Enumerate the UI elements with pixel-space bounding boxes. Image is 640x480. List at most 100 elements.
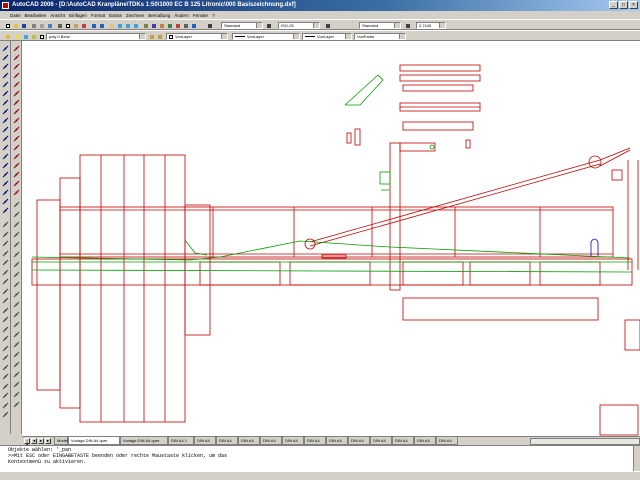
color-select[interactable]: VonLayer [166, 33, 228, 40]
extend-icon[interactable] [13, 135, 20, 142]
layer-freeze-icon[interactable] [22, 33, 29, 40]
autocad-app-icon[interactable] [2, 2, 9, 9]
layout-tab[interactable]: Modell [54, 437, 69, 445]
plotstyle-select[interactable]: VonFarbe [354, 33, 406, 40]
table-style-icon[interactable] [324, 22, 331, 29]
layout-tab[interactable]: DIN A4 1 [168, 437, 194, 445]
dim-diameter-icon[interactable] [2, 297, 9, 304]
markup-icon[interactable] [174, 22, 181, 29]
last-tab-button[interactable]: ►| [45, 438, 51, 444]
make-block-icon[interactable] [2, 153, 9, 160]
menu-zeichnen[interactable]: Zeichnen [126, 13, 145, 18]
layout-tab[interactable]: DIN A4 [194, 437, 216, 445]
arc-icon[interactable] [2, 90, 9, 97]
rectangle-icon[interactable] [2, 81, 9, 88]
table-icon[interactable] [2, 198, 9, 205]
properties-icon[interactable] [142, 22, 149, 29]
title-bar[interactable]: AutoCAD 2006 - [D:\AutoCAD Kranpläne\TDK… [0, 0, 640, 11]
xref-icon[interactable] [13, 241, 20, 248]
maximize-button[interactable]: □ [619, 1, 628, 9]
construction-line-icon[interactable] [2, 54, 9, 61]
locate-point-icon[interactable] [2, 259, 9, 266]
dim-linear-icon[interactable] [2, 269, 9, 276]
command-scrollbar[interactable] [633, 446, 640, 472]
open-file-icon[interactable] [12, 22, 19, 29]
layer-select[interactable]: poly 0 Benz [46, 33, 146, 40]
mirror-icon[interactable] [13, 63, 20, 70]
layer-color-icon[interactable] [38, 33, 45, 40]
layout-tab[interactable]: DIN A4 [414, 437, 436, 445]
layout-tab[interactable]: Vorlage DIN A4 quer [120, 437, 168, 445]
plot-side-icon[interactable] [13, 361, 20, 368]
zoom-side-icon[interactable] [13, 351, 20, 358]
area-icon[interactable] [2, 231, 9, 238]
layout-tab[interactable]: DIN A4 [370, 437, 392, 445]
publish-icon[interactable] [46, 22, 53, 29]
list-icon[interactable] [2, 250, 9, 257]
revision-cloud-icon[interactable] [2, 108, 9, 115]
layer-previous-icon[interactable] [156, 33, 163, 40]
layout-tab[interactable]: DIN A4 [304, 437, 326, 445]
region-mass-icon[interactable] [2, 240, 9, 247]
layout-tab[interactable]: DIN A4 [392, 437, 414, 445]
hatch-icon[interactable] [2, 171, 9, 178]
layer-lock-icon[interactable] [30, 33, 37, 40]
sheet-set-icon[interactable] [166, 22, 173, 29]
point-icon[interactable] [2, 162, 9, 169]
region-icon[interactable] [2, 189, 9, 196]
ortho-icon[interactable] [2, 411, 9, 418]
dim-update-icon[interactable] [2, 373, 9, 380]
linetype-select[interactable]: VonLayer [232, 33, 300, 40]
minimize-button[interactable]: _ [609, 1, 618, 9]
command-line[interactable]: Objekte wählen: '_pan >>Mit ESC oder EIN… [0, 445, 640, 472]
shade-icon[interactable] [13, 281, 20, 288]
erase-icon[interactable] [13, 45, 20, 52]
menu-datei[interactable]: Datei [10, 13, 21, 18]
cut-icon[interactable] [56, 22, 63, 29]
layout-tab[interactable]: DIN A4 [238, 437, 260, 445]
copy-object-icon[interactable] [13, 54, 20, 61]
break-at-point-icon[interactable] [13, 144, 20, 151]
dim-style-icon[interactable] [265, 22, 272, 29]
text-style-select[interactable]: Standard [221, 22, 263, 29]
render-icon[interactable] [13, 271, 20, 278]
line-icon[interactable] [2, 45, 9, 52]
dim-style-tb-icon[interactable] [2, 383, 9, 390]
close-button[interactable]: × [629, 1, 638, 9]
explode-icon[interactable] [13, 189, 20, 196]
move-icon[interactable] [13, 90, 20, 97]
3d-orbit-icon[interactable] [13, 261, 20, 268]
fillet-icon[interactable] [13, 180, 20, 187]
paste-icon[interactable] [72, 22, 79, 29]
view-front-icon[interactable] [13, 311, 20, 318]
dim-aligned-icon[interactable] [2, 278, 9, 285]
lineweight-select[interactable]: VonLayer [302, 33, 352, 40]
pan-side-icon[interactable] [13, 341, 20, 348]
purge-icon[interactable] [13, 221, 20, 228]
layout-tab[interactable]: DIN A4 [436, 437, 458, 445]
calculator-icon[interactable] [182, 22, 189, 29]
text-style-icon[interactable] [206, 22, 213, 29]
quick-dim-icon[interactable] [2, 316, 9, 323]
layer-state-icon[interactable] [14, 33, 21, 40]
layout-tab[interactable]: DIN A4 [326, 437, 348, 445]
layout-tab[interactable]: DIN A4 [348, 437, 370, 445]
menu-bearbeiten[interactable]: Bearbeiten [25, 13, 47, 18]
view-left-icon[interactable] [13, 321, 20, 328]
first-tab-button[interactable]: |◄ [24, 438, 30, 447]
leader-icon[interactable] [2, 326, 9, 333]
layer-side-icon[interactable] [13, 211, 20, 218]
prev-tab-button[interactable]: ◄ [31, 438, 37, 444]
dim-angular-icon[interactable] [2, 307, 9, 314]
spline-icon[interactable] [2, 117, 9, 124]
offset-icon[interactable] [13, 72, 20, 79]
stretch-icon[interactable] [13, 117, 20, 124]
multiline-text-icon[interactable] [2, 207, 9, 214]
array-icon[interactable] [13, 81, 20, 88]
scale-input[interactable]: 2,7445 [416, 22, 446, 29]
circle-icon[interactable] [2, 99, 9, 106]
tolerance-icon[interactable] [2, 335, 9, 342]
text-icon[interactable] [13, 401, 20, 408]
zoom-window-icon[interactable] [124, 22, 131, 29]
layout-tab[interactable]: DIN A4 [282, 437, 304, 445]
